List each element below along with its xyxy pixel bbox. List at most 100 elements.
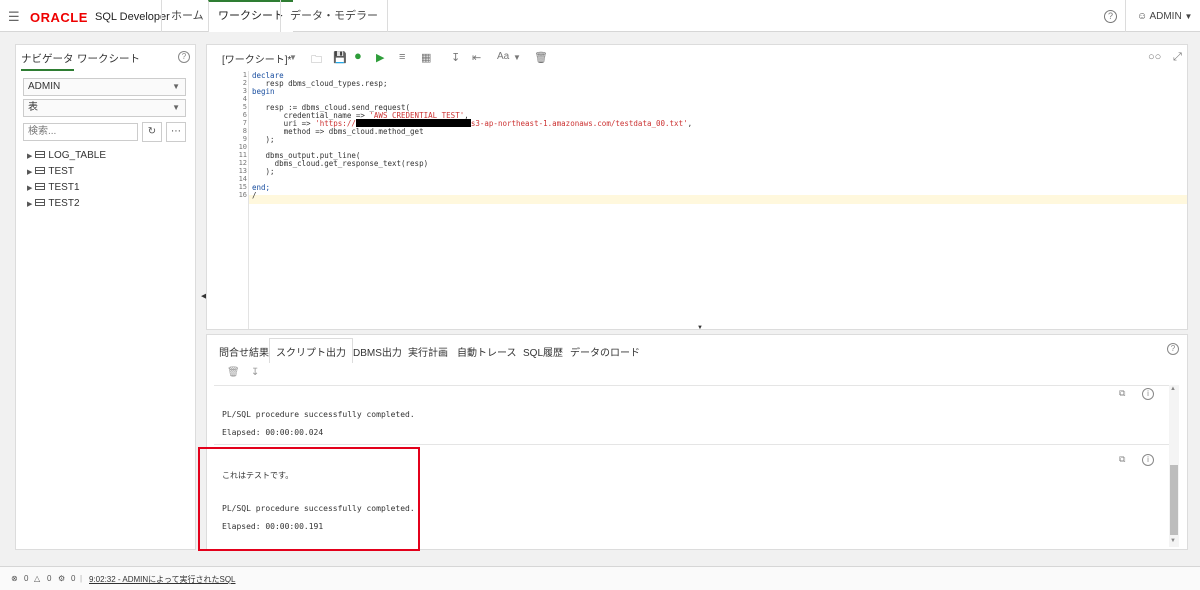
line-number: 15 [238,183,247,191]
chevron-down-icon[interactable]: ▼ [513,53,521,62]
warning-icon[interactable]: △ [34,574,40,583]
status-message-link[interactable]: 9:02:32 - ADMINによって実行されたSQL [89,574,236,585]
status-bar: ⊗ 0 △ 0 ⚙ 0 | 9:02:32 - ADMINによって実行されたSQ… [0,566,1200,590]
highlight-box [198,447,420,551]
help-icon[interactable]: ? [1104,10,1117,23]
navigator-panel: ナビゲータ ワークシート ? ADMIN ▼ 表 ▼ 検索... ↻ ⋯ ▶ LO… [15,44,196,550]
user-icon: ☺ [1137,11,1148,22]
expand-icon[interactable]: ▶ [27,185,32,192]
object-type-select[interactable]: 表 ▼ [23,99,186,117]
line-number: 7 [242,119,247,127]
error-icon[interactable]: ⊗ [11,574,18,583]
info-icon[interactable]: i [1142,388,1154,400]
task-count: 0 [71,574,76,583]
collapse-down-icon[interactable]: ▼ [697,325,703,331]
help-icon[interactable]: ? [178,51,190,63]
line-number: 3 [242,87,247,95]
info-icon[interactable]: i [1142,454,1154,466]
line-number: 2 [242,79,247,87]
scroll-up-icon[interactable]: ▲ [1170,386,1176,392]
product-name: SQL Developer [95,11,170,23]
line-number: 12 [238,159,247,167]
expand-icon[interactable]: ⤢ [1173,51,1182,64]
tree-item-label: TEST1 [48,182,80,193]
expand-icon[interactable]: ▶ [27,169,32,176]
tab-dbms-output[interactable]: DBMS出力 [353,344,402,359]
line-number: 14 [238,175,247,183]
copy-icon[interactable]: ⧉ [1119,388,1125,399]
tree-item[interactable]: ▶ LOG_TABLE [27,150,106,161]
divider [1125,0,1126,32]
copy-icon[interactable]: ⧉ [1119,454,1125,465]
warning-count: 0 [47,574,52,583]
tree-item[interactable]: ▶ TEST1 [27,182,80,193]
schema-select[interactable]: ADMIN ▼ [23,78,186,96]
user-menu[interactable]: ☺ ADMIN ▼ [1137,11,1192,22]
font-size-button[interactable]: Aa [497,51,509,62]
code-line: dbms_cloud.get_response_text(resp) [252,159,429,168]
tab-sql-history[interactable]: SQL履歴 [523,344,563,359]
tab-autotrace[interactable]: 自動トレース [457,344,517,359]
code-line: begin [252,87,275,96]
chevron-down-icon[interactable]: ▼ [289,53,297,62]
tab-query-result[interactable]: 問合せ結果 [219,344,269,359]
explain-plan-icon[interactable]: ≡ [399,51,405,63]
line-number: 1 [242,71,247,79]
run-script-icon[interactable]: ▶ [376,51,384,64]
line-number: 16 [238,191,247,199]
divider: | [80,574,83,583]
error-count: 0 [24,574,29,583]
more-button[interactable]: ⋯ [166,122,186,142]
table-icon [35,183,46,190]
line-number: 9 [242,135,247,143]
object-type-value: 表 [28,102,38,113]
tree-item-label: TEST [48,166,74,177]
tab-data-load[interactable]: データのロード [570,344,640,359]
tree-item[interactable]: ▶ TEST [27,166,74,177]
save-icon[interactable]: 💾 [333,51,347,64]
worksheet-tab-label[interactable]: [ワークシート]* [222,51,291,66]
line-number: 8 [242,127,247,135]
autotrace-icon[interactable]: ▦ [421,51,431,64]
tab-explain-plan[interactable]: 実行計画 [408,344,448,359]
divider [214,444,1169,445]
scrollbar-thumb[interactable] [1170,465,1178,535]
line-number: 11 [238,151,247,159]
code-line: / [252,191,257,200]
expand-icon[interactable]: ▶ [27,153,32,160]
binoculars-icon[interactable]: ○○ [1148,51,1161,63]
tree-item[interactable]: ▶ TEST2 [27,198,80,209]
line-number-gutter: 1 2 3 4 5 6 7 8 9 10 11 12 13 14 15 16 [207,71,249,329]
run-statement-icon[interactable]: ● [354,48,362,63]
line-number: 5 [242,103,247,111]
tab-script-output[interactable]: スクリプト出力 [269,338,353,363]
tab-navigator[interactable]: ナビゲータ [21,51,74,71]
scroll-down-icon[interactable]: ▼ [1170,538,1176,544]
tree-item-label: TEST2 [48,198,80,209]
output-line: Elapsed: 00:00:00.024 [222,428,324,437]
format-icon[interactable]: ⇤ [472,51,481,64]
download-icon[interactable]: ↧ [451,51,460,64]
top-bar: ☰ ORACLE SQL Developer ホーム ワークシート データ・モデ… [0,0,1200,32]
trash-icon[interactable]: 🗑 [534,51,548,64]
line-number: 6 [242,111,247,119]
refresh-button[interactable]: ↻ [142,122,162,142]
line-number: 10 [238,143,247,151]
line-number: 13 [238,167,247,175]
gear-icon[interactable]: ⚙ [58,574,65,583]
chevron-down-icon: ▼ [1184,12,1193,21]
expand-icon[interactable]: ▶ [27,201,32,208]
trash-icon[interactable]: 🗑 [227,367,240,378]
sql-editor-panel: [ワークシート]* ▼ 🗀 💾 ● ▶ ≡ ▦ ↧ ⇤ Aa ▼ 🗑 ○○ ⤢ … [206,44,1188,331]
tab-home[interactable]: ホーム [161,0,213,32]
scrollbar[interactable]: ▲ ▼ [1169,385,1179,547]
search-input[interactable]: 検索... [23,123,138,141]
table-icon [35,199,46,206]
download-icon[interactable]: ↧ [251,367,259,378]
tab-data-modeler[interactable]: データ・モデラー [280,0,388,32]
code-line: method => dbms_cloud.method_get [252,127,424,136]
open-file-icon[interactable]: 🗀 [311,51,322,70]
help-icon[interactable]: ? [1167,343,1179,355]
tab-worksheets[interactable]: ワークシート [77,51,140,66]
hamburger-menu-icon[interactable]: ☰ [8,9,20,25]
